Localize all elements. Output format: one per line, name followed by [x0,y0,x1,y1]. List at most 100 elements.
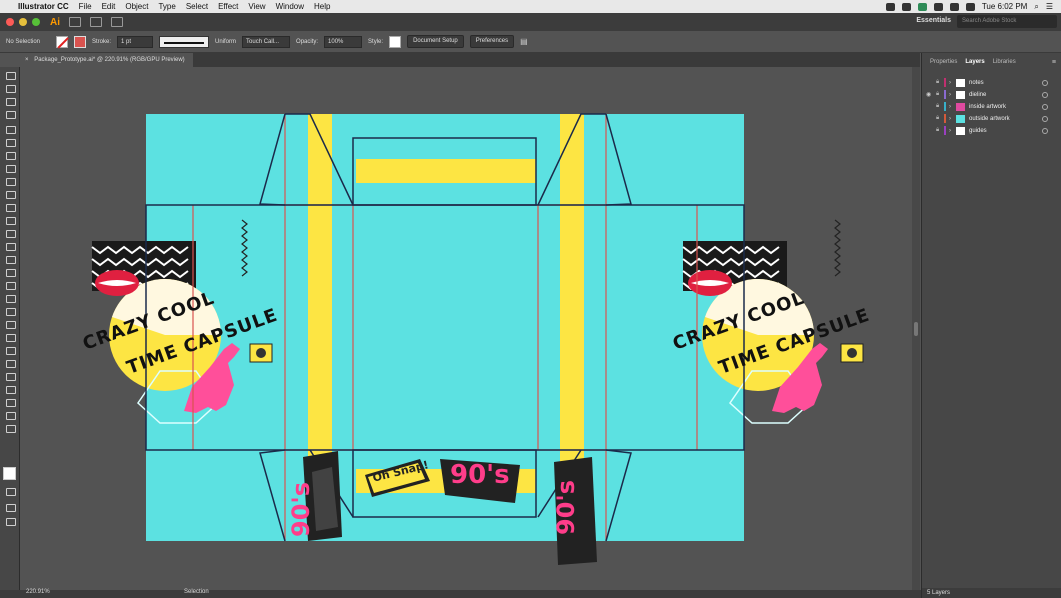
lasso-tool-icon[interactable] [5,110,16,119]
workspace-switcher[interactable]: Essentials [916,17,951,24]
scrollbar-thumb[interactable] [914,322,918,336]
layer-target-icon[interactable] [1042,115,1048,122]
zoom-level-field[interactable]: 220.91% [26,589,50,595]
rectangle-tool-icon[interactable] [5,177,16,186]
layer-row-dieline[interactable]: ◉ 🔒︎ › dieline [922,89,1061,100]
lock-icon[interactable]: 🔒︎ [936,103,944,110]
tab-layers[interactable]: Layers [965,59,984,71]
expand-chevron-icon[interactable]: › [949,80,956,86]
selection-tool-icon[interactable] [5,71,16,80]
layer-target-icon[interactable] [1042,103,1048,110]
drawing-modes-icon[interactable] [5,503,16,512]
menu-help[interactable]: Help [314,2,330,11]
menu-view[interactable]: View [248,2,265,11]
90s-text-right[interactable]: 90's [552,480,580,535]
color-mode-icon[interactable] [5,487,16,496]
symbol-sprayer-tool-icon[interactable] [5,359,16,368]
eraser-tool-icon[interactable] [5,216,16,225]
layer-row-guides[interactable]: 🔒︎ › guides [922,125,1061,136]
expand-chevron-icon[interactable]: › [949,116,956,122]
gradient-tool-icon[interactable] [5,320,16,329]
layer-name[interactable]: guides [969,128,987,134]
graphic-style-swatch[interactable] [389,35,402,48]
paintbrush-tool-icon[interactable] [5,190,16,199]
gpu-performance-icon[interactable] [111,17,123,27]
close-tab-icon[interactable]: × [25,57,29,63]
layer-name[interactable]: inside artwork [969,104,1006,110]
layer-row-inside-artwork[interactable]: 🔒︎ › inside artwork [922,101,1061,112]
app-menu[interactable]: Illustrator CC [18,2,69,11]
menu-type[interactable]: Type [158,2,175,11]
fill-swatch[interactable] [56,35,68,48]
panel-menu-icon[interactable]: ≡ [1052,59,1056,66]
layer-name[interactable]: outside artwork [969,116,1010,122]
menu-edit[interactable]: Edit [102,2,116,11]
line-tool-icon[interactable] [5,164,16,173]
expand-chevron-icon[interactable]: › [949,92,956,98]
type-tool-icon[interactable] [5,151,16,160]
perspective-grid-tool-icon[interactable] [5,294,16,303]
column-graph-tool-icon[interactable] [5,372,16,381]
scale-tool-icon[interactable] [5,242,16,251]
menu-clock[interactable]: Tue 6:02 PM [982,2,1028,11]
stroke-label[interactable]: Stroke: [92,39,111,45]
menu-window[interactable]: Window [276,2,304,11]
spotlight-icon[interactable]: ⌕ [1034,2,1038,12]
arrange-documents-icon[interactable] [90,17,102,27]
eyedropper-tool-icon[interactable] [5,333,16,342]
creative-cloud-icon[interactable] [901,2,911,11]
zoom-tool-icon[interactable] [5,424,16,433]
shaper-tool-icon[interactable] [5,203,16,212]
evernote-icon[interactable] [917,2,927,11]
stock-search-input[interactable]: Search Adobe Stock [957,15,1057,28]
tab-properties[interactable]: Properties [930,59,957,71]
width-tool-icon[interactable] [5,255,16,264]
menu-object[interactable]: Object [125,2,148,11]
menu-select[interactable]: Select [186,2,208,11]
artboard-tool-icon[interactable] [5,385,16,394]
layer-target-icon[interactable] [1042,91,1048,98]
hand-tool-icon[interactable] [5,411,16,420]
rotate-tool-icon[interactable] [5,229,16,238]
current-tool-label[interactable]: Selection [184,589,209,595]
lock-icon[interactable]: 🔒︎ [936,91,944,98]
canvas[interactable]: CRAZY COOL TIME CAPSULE CRAZY COOL TIME … [20,67,920,592]
90s-text-center[interactable]: 90's [450,460,510,490]
magic-wand-tool-icon[interactable] [5,97,16,106]
free-transform-tool-icon[interactable] [5,268,16,277]
layer-row-outside-artwork[interactable]: 🔒︎ › outside artwork [922,113,1061,124]
layer-target-icon[interactable] [1042,127,1048,134]
fill-stroke-icon[interactable] [3,467,16,480]
pen-tool-icon[interactable] [5,125,16,134]
tab-libraries[interactable]: Libraries [993,59,1016,71]
curvature-tool-icon[interactable] [5,138,16,147]
dropbox-icon[interactable] [933,2,943,11]
shape-builder-tool-icon[interactable] [5,281,16,290]
blend-tool-icon[interactable] [5,346,16,355]
menu-file[interactable]: File [79,2,92,11]
slice-tool-icon[interactable] [5,398,16,407]
preferences-button[interactable]: Preferences [469,35,515,48]
minimize-window-button[interactable] [19,18,27,26]
battery-icon[interactable] [965,2,975,11]
stroke-profile-label[interactable]: Uniform [215,39,236,45]
expand-chevron-icon[interactable]: › [949,128,956,134]
cloud-icon[interactable] [885,2,895,11]
visibility-icon[interactable]: ◉ [926,91,936,98]
layer-name[interactable]: notes [969,80,984,86]
90s-text-left[interactable]: 90's [287,482,315,537]
lock-icon[interactable]: 🔒︎ [936,115,944,122]
brush-definition-field[interactable]: Touch Call... [242,35,291,48]
expand-chevron-icon[interactable]: › [949,104,956,110]
direct-selection-tool-icon[interactable] [5,84,16,93]
mesh-tool-icon[interactable] [5,307,16,316]
document-tab[interactable]: × Package_Prototype.ai* @ 220.91% (RGB/G… [20,53,193,67]
lock-icon[interactable]: 🔒︎ [936,79,944,86]
close-window-button[interactable] [6,18,14,26]
opacity-label[interactable]: Opacity: [296,39,318,45]
wifi-icon[interactable] [949,2,959,11]
stroke-profile-preview[interactable] [159,35,210,48]
menu-effect[interactable]: Effect [218,2,238,11]
stroke-swatch[interactable] [74,35,86,48]
layer-name[interactable]: dieline [969,92,986,98]
